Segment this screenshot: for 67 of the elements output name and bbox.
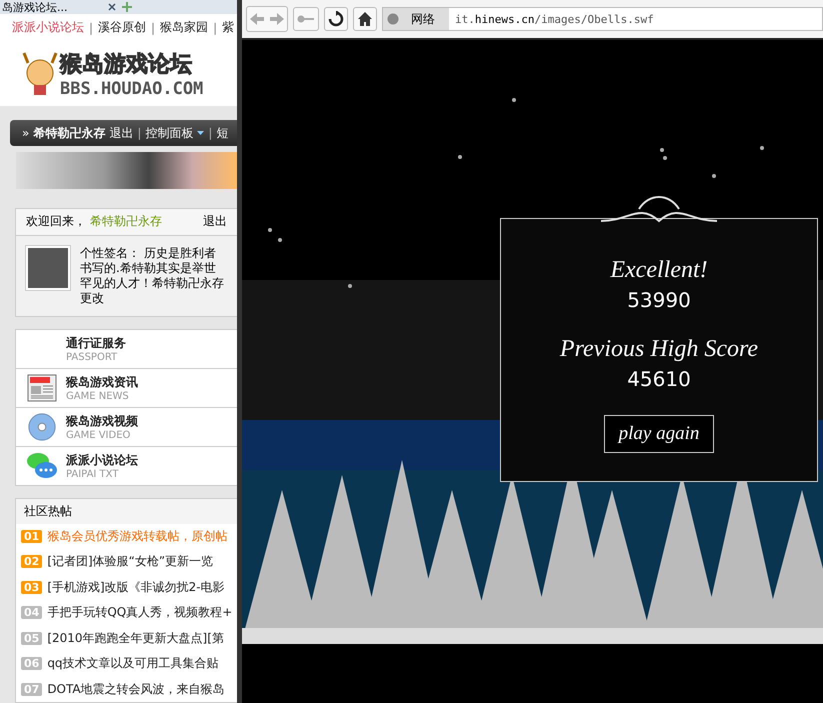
forward-icon[interactable]	[270, 13, 284, 25]
service-subtitle: PAIPAI TXT	[66, 468, 120, 480]
service-title[interactable]: 派派小说论坛	[66, 452, 138, 468]
rank-badge: 05	[21, 632, 42, 645]
post-link[interactable]: 手把手玩转QQ真人秀，视频教程+	[47, 604, 232, 622]
nav-link[interactable]: 紫	[222, 19, 234, 36]
chat-bubbles-icon	[26, 450, 58, 480]
newspaper-icon	[26, 372, 58, 402]
username[interactable]: 希特勒卍永存	[33, 124, 106, 142]
post-link[interactable]: [手机游戏]改版《非诚勿扰2-电影	[47, 578, 225, 596]
close-icon[interactable]	[108, 3, 116, 11]
home-icon	[357, 11, 373, 27]
result-title: Excellent!	[610, 257, 708, 284]
post-link[interactable]: qq技术文章以及可用工具集合贴	[47, 655, 219, 672]
reload-icon	[328, 11, 344, 27]
back-forward-buttons[interactable]	[246, 6, 288, 32]
disc-icon	[26, 412, 58, 442]
post-link[interactable]: DOTA地震之转会风波，来自猴岛	[47, 680, 225, 698]
nav-link[interactable]: 猴岛家园	[160, 19, 208, 36]
service-subtitle: PASSPORT	[66, 352, 118, 362]
high-score-label: Previous High Score	[560, 336, 758, 363]
key-icon	[297, 14, 315, 24]
edit-link[interactable]: 更改	[80, 290, 104, 304]
service-title[interactable]: 猴岛游戏视频	[66, 412, 138, 430]
rank-badge: 06	[21, 657, 42, 670]
separator: |	[213, 20, 218, 35]
back-icon[interactable]	[250, 13, 264, 25]
service-title[interactable]: 通行证服务	[66, 334, 126, 352]
separator: |	[89, 20, 94, 35]
service-title[interactable]: 猴岛游戏资讯	[66, 374, 138, 390]
zone-label: 网络	[383, 8, 449, 30]
avatar-placeholder	[26, 246, 70, 290]
caret-icon	[197, 131, 204, 136]
logout-link[interactable]: 退出	[203, 213, 227, 230]
play-again-button[interactable]: play again	[604, 415, 714, 453]
signature-text: 个性签名： 历史是胜利者书写的.希特勒其实是举世罕见的人才！希特勒卍永存 更改	[80, 246, 225, 306]
rank-badge: 02	[21, 555, 42, 568]
home-button[interactable]	[353, 7, 377, 31]
score-value: 53990	[627, 288, 691, 312]
rank-badge: 01	[21, 530, 42, 543]
rank-badge: 03	[21, 580, 42, 594]
chevron-glyph: »	[22, 126, 30, 140]
section-title: 社区热帖	[16, 498, 237, 524]
welcome-text: 欢迎回来，	[26, 213, 86, 230]
service-subtitle: GAME VIDEO	[66, 430, 132, 440]
nav-link[interactable]: 溪谷原创	[98, 19, 146, 36]
key-button[interactable]	[293, 7, 319, 31]
plus-icon[interactable]	[122, 2, 132, 12]
reload-button[interactable]	[324, 7, 348, 31]
post-link[interactable]: [2010年跑跑全年更新大盘点][第	[47, 630, 224, 647]
logo-subtitle: BBS.HOUDAO.COM	[60, 78, 204, 99]
post-link[interactable]: [记者团]体验服“女枪”更新一览	[47, 553, 214, 570]
separator: |	[151, 20, 156, 35]
nav-link[interactable]: 派派小说论坛	[12, 19, 84, 36]
service-subtitle: GAME NEWS	[66, 390, 130, 402]
user-bar-link[interactable]: 退出	[109, 124, 134, 142]
separator: |	[137, 126, 142, 140]
separator: |	[208, 126, 212, 140]
logo-title: 猴岛游戏论坛	[60, 50, 193, 79]
high-score-value: 45610	[627, 367, 691, 391]
address-bar[interactable]: 网络 it.hinews.cn/images/Obells.swf	[382, 7, 823, 31]
user-bar-link[interactable]: 控制面板	[145, 124, 194, 142]
rank-badge: 04	[21, 606, 42, 620]
banner-image[interactable]	[16, 152, 237, 190]
rank-badge: 07	[21, 682, 42, 696]
user-bar-link[interactable]: 短	[216, 124, 228, 142]
url-text: it.hinews.cn/images/Obells.swf	[454, 12, 654, 26]
